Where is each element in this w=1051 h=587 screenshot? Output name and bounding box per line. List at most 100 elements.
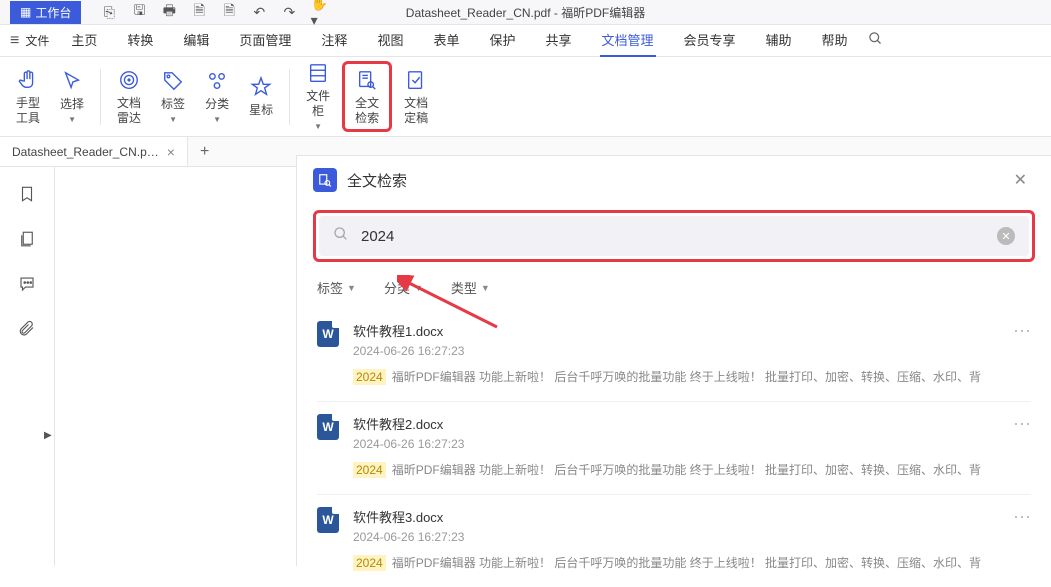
panel-close-icon[interactable]: ✕ [1014,170,1027,190]
radar-label: 文档 雷达 [117,96,141,125]
snippet-text: 福昕PDF编辑器 功能上新啦！ 后台千呼万唤的批量功能 终于上线啦！ 批量打印、… [392,554,981,571]
tab-close-icon[interactable]: × [167,144,175,160]
finalize-button[interactable]: 文档 定稿 [396,64,436,129]
result-title: 软件教程2.docx [353,414,999,433]
menu-item[interactable]: 转换 [125,24,155,57]
word-doc-icon [317,321,339,347]
chevron-down-icon: ▼ [213,115,221,125]
search-highlight-box: ✕ [313,210,1035,262]
result-title: 软件教程1.docx [353,321,999,340]
panel-title: 全文检索 [347,170,407,191]
attachment-icon[interactable] [18,320,36,343]
results-list: 软件教程1.docx 2024-06-26 16:27:23 2024 福昕PD… [297,309,1051,587]
result-body: 软件教程3.docx 2024-06-26 16:27:23 2024 福昕PD… [353,507,999,571]
cabinet-label: 文件 柜 [306,89,330,118]
filter-type[interactable]: 类型 ▼ [451,278,490,297]
divider [289,69,290,125]
menu-item[interactable]: 注释 [319,24,349,57]
menu-item[interactable]: 文档管理 [600,24,656,57]
pages-icon[interactable] [18,230,36,253]
filter-category-label: 分类 [384,278,410,297]
hamburger-icon[interactable]: ≡ [10,32,19,50]
result-item[interactable]: 软件教程3.docx 2024-06-26 16:27:23 2024 福昕PD… [317,495,1031,587]
select-icon [60,69,84,93]
tags-button[interactable]: 标签 ▼ [153,65,193,129]
chevron-down-icon: ▼ [169,115,177,125]
menu-item[interactable]: 保护 [487,24,517,57]
menu-search-icon[interactable] [868,31,883,50]
hand-tool-icon [16,68,40,92]
cabinet-button[interactable]: 文件 柜 ▼ [298,57,338,135]
filter-category[interactable]: 分类 ▼ [384,278,423,297]
radar-icon [117,68,141,92]
search-highlight: 2024 [353,555,386,571]
menu-item[interactable]: 主页 [69,24,99,57]
hand-tool-button[interactable]: 手型 工具 [8,64,48,129]
menu-item[interactable]: 帮助 [820,24,850,57]
workspace-label: 工作台 [35,4,71,21]
add-tab-button[interactable]: + [188,143,221,161]
menu-item[interactable]: 表单 [431,24,461,57]
ribbon: 手型 工具 选择 ▼ 文档 雷达 标签 ▼ 分类 ▼ 星标 文件 柜 ▼ 全文 … [0,57,1051,137]
word-doc-icon [317,507,339,533]
search-input[interactable] [361,228,985,245]
add-page-icon[interactable]: 🗎 [221,4,237,20]
file-menu[interactable]: 文件 [25,32,49,49]
tag-icon [161,69,185,93]
chevron-down-icon: ▼ [414,283,423,293]
search-panel-icon [313,168,337,192]
result-body: 软件教程2.docx 2024-06-26 16:27:23 2024 福昕PD… [353,414,999,478]
redo-icon[interactable]: ↷ [281,4,297,20]
document-tab[interactable]: Datasheet_Reader_CN.p… × [0,137,188,166]
category-label: 分类 [205,97,229,111]
result-item[interactable]: 软件教程2.docx 2024-06-26 16:27:23 2024 福昕PD… [317,402,1031,495]
category-button[interactable]: 分类 ▼ [197,65,237,129]
result-more-icon[interactable]: ⋯ [1013,507,1031,571]
tags-label: 标签 [161,97,185,111]
menu-items: 主页转换编辑页面管理注释视图表单保护共享文档管理会员专享辅助帮助 [69,24,849,57]
bookmark-icon[interactable] [18,185,36,208]
menu-item[interactable]: 共享 [543,24,573,57]
menu-item[interactable]: 会员专享 [682,24,738,57]
page-icon[interactable]: 🗎 [191,4,207,20]
filter-tags[interactable]: 标签 ▼ [317,278,356,297]
radar-button[interactable]: 文档 雷达 [109,64,149,129]
star-button[interactable]: 星标 [241,71,281,121]
menu-item[interactable]: 辅助 [764,24,794,57]
filter-type-label: 类型 [451,278,477,297]
save-icon[interactable]: 🖫 [131,4,147,20]
titlebar: ▦ 工作台 ⎘ 🖫 🖶 🗎 🗎 ↶ ↷ ✋▾ Datasheet_Reader_… [0,0,1051,25]
cabinet-icon [306,61,330,85]
chevron-down-icon: ▼ [481,283,490,293]
hand-icon[interactable]: ✋▾ [311,4,327,20]
comment-icon[interactable] [18,275,36,298]
open-icon[interactable]: ⎘ [101,4,117,20]
workspace-button[interactable]: ▦ 工作台 [10,1,81,24]
menu-item[interactable]: 页面管理 [237,24,293,57]
menu-item[interactable]: 编辑 [181,24,211,57]
finalize-icon [404,68,428,92]
print-icon[interactable]: 🖶 [161,4,177,20]
result-item[interactable]: 软件教程1.docx 2024-06-26 16:27:23 2024 福昕PD… [317,309,1031,402]
result-more-icon[interactable]: ⋯ [1013,414,1031,478]
star-label: 星标 [249,103,273,117]
search-box: ✕ [319,216,1029,256]
fulltext-search-button[interactable]: 全文 检索 [342,61,392,132]
search-icon [333,226,349,246]
undo-icon[interactable]: ↶ [251,4,267,20]
search-doc-icon [355,68,379,92]
fulltext-search-panel: 全文检索 ✕ ✕ 标签 ▼ 分类 ▼ 类型 ▼ 软件教程1.docx 2024-… [296,155,1051,566]
chevron-down-icon: ▼ [68,115,76,125]
clear-search-icon[interactable]: ✕ [997,227,1015,245]
menu-item[interactable]: 视图 [375,24,405,57]
result-more-icon[interactable]: ⋯ [1013,321,1031,385]
category-icon [205,69,229,93]
sidebar-collapse-icon[interactable]: ▶ [44,430,52,441]
snippet-text: 福昕PDF编辑器 功能上新啦！ 后台千呼万唤的批量功能 终于上线啦！ 批量打印、… [392,368,981,385]
result-body: 软件教程1.docx 2024-06-26 16:27:23 2024 福昕PD… [353,321,999,385]
result-date: 2024-06-26 16:27:23 [353,530,999,544]
hand-tool-label: 手型 工具 [16,96,40,125]
quick-access-toolbar: ⎘ 🖫 🖶 🗎 🗎 ↶ ↷ ✋▾ [101,4,327,20]
star-icon [249,75,273,99]
select-button[interactable]: 选择 ▼ [52,65,92,129]
